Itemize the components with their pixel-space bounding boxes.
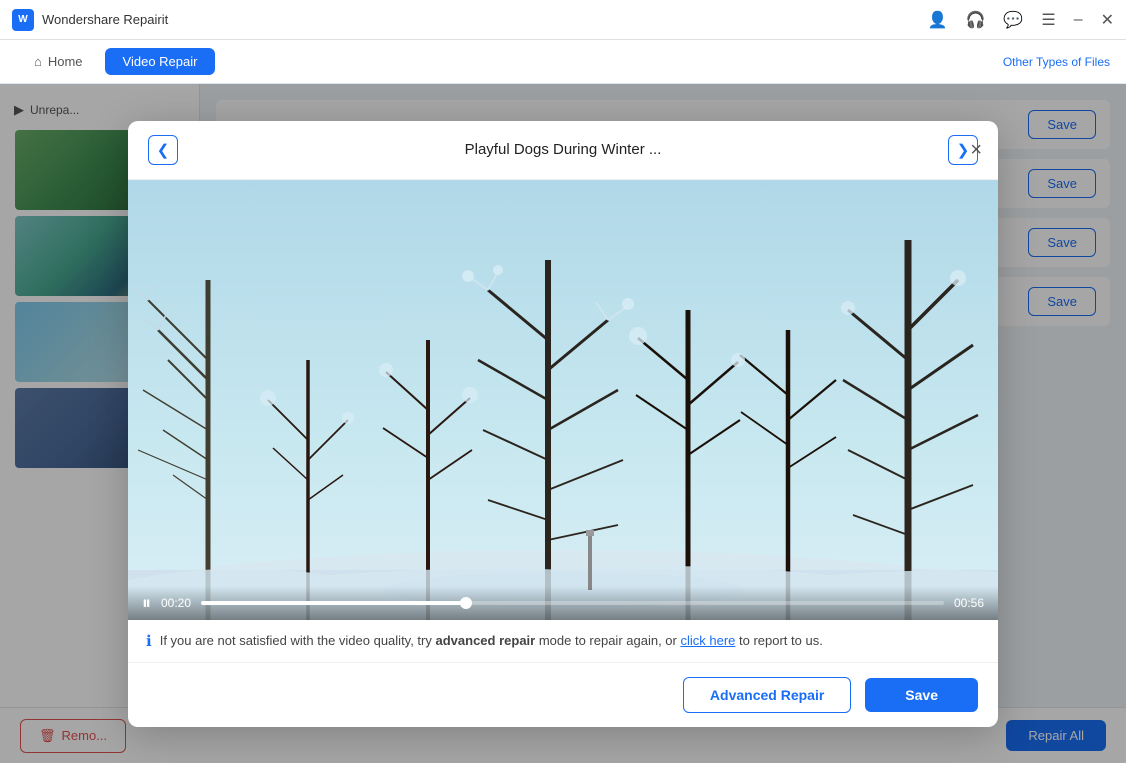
menu-icon[interactable]: ☰	[1041, 10, 1055, 30]
titlebar: W Wondershare Repairit 👤 🎧 💬 ☰ – ✕	[0, 0, 1126, 40]
person-icon[interactable]: 👤	[928, 10, 948, 30]
save-modal-button[interactable]: Save	[865, 678, 978, 712]
main-area: ▶ Unrepa... Save Save Save Save 🗑 Remo..…	[0, 84, 1126, 763]
preview-modal: ❮ Playful Dogs During Winter ... ❯ ×	[128, 121, 998, 727]
current-time: 00:20	[161, 596, 191, 610]
modal-overlay: ❮ Playful Dogs During Winter ... ❯ ×	[0, 84, 1126, 763]
window-controls: 👤 🎧 💬 ☰ – ✕	[928, 10, 1114, 30]
minimize-icon[interactable]: –	[1074, 11, 1083, 29]
navbar: ⌂ Home Video Repair Other Types of Files	[0, 40, 1126, 84]
progress-bar[interactable]	[201, 601, 944, 605]
video-frame	[128, 180, 998, 620]
modal-header: ❮ Playful Dogs During Winter ... ❯ ×	[128, 121, 998, 180]
modal-close-button[interactable]: ×	[970, 140, 982, 160]
info-icon: ℹ	[146, 632, 152, 650]
prev-button[interactable]: ❮	[148, 135, 178, 165]
app-title: Wondershare Repairit	[42, 12, 928, 27]
tab-video-repair[interactable]: Video Repair	[105, 48, 216, 75]
headphone-icon[interactable]: 🎧	[966, 10, 986, 30]
chevron-left-icon: ❮	[157, 141, 170, 159]
chevron-right-icon: ❯	[957, 141, 970, 159]
info-message: If you are not satisfied with the video …	[160, 633, 823, 648]
info-bar: ℹ If you are not satisfied with the vide…	[128, 620, 998, 663]
modal-footer: Advanced Repair Save	[128, 663, 998, 727]
click-here-link[interactable]: click here	[680, 633, 735, 648]
other-types-link[interactable]: Other Types of Files	[1003, 55, 1110, 69]
video-controls: ⏸ 00:20 00:56	[128, 586, 998, 620]
home-icon: ⌂	[34, 54, 42, 69]
modal-title: Playful Dogs During Winter ...	[196, 141, 930, 158]
progress-thumb[interactable]	[460, 597, 472, 609]
tab-home[interactable]: ⌂ Home	[16, 48, 101, 75]
play-pause-button[interactable]: ⏸	[142, 594, 151, 612]
progress-fill	[201, 601, 466, 605]
app-logo: W	[12, 9, 34, 31]
advanced-repair-button[interactable]: Advanced Repair	[683, 677, 851, 713]
video-player[interactable]: ⏸ 00:20 00:56	[128, 180, 998, 620]
chat-icon[interactable]: 💬	[1003, 10, 1023, 30]
pause-icon: ⏸	[142, 593, 151, 613]
total-time: 00:56	[954, 596, 984, 610]
app-close-icon[interactable]: ✕	[1101, 10, 1114, 30]
